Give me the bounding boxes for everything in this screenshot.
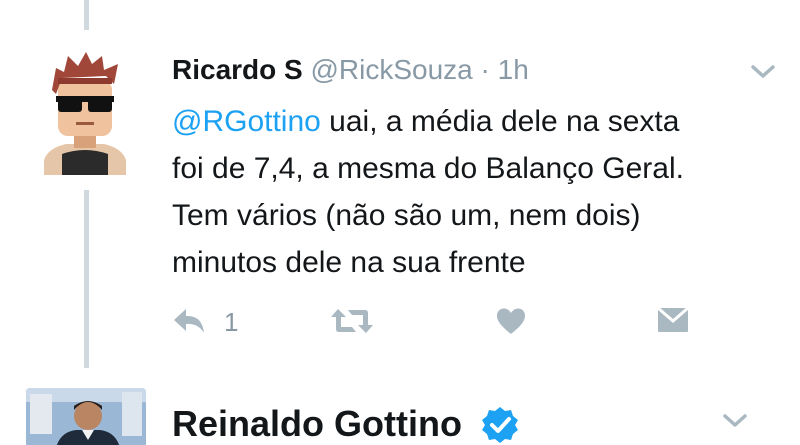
avatar[interactable] [26, 388, 146, 445]
reply-icon[interactable] [172, 307, 206, 335]
direct-message-icon[interactable] [656, 304, 690, 334]
tweet-text-line: minutos dele na sua frente [172, 246, 526, 279]
tweet-thread: Ricardo S @RickSouza · 1h @RGottino uai,… [0, 0, 800, 445]
tweet-text-line: @RGottino uai, a média dele na sexta [172, 98, 772, 145]
avatar[interactable] [38, 50, 132, 175]
chevron-down-icon[interactable] [750, 64, 776, 80]
author-name[interactable]: Reinaldo Gottino [172, 400, 462, 445]
reply-count: 1 [224, 307, 239, 337]
tweet-text-segment: uai, a média dele na sexta [320, 105, 680, 138]
thread-connector-line [84, 0, 89, 30]
like-icon[interactable] [496, 307, 526, 335]
author-handle[interactable]: @RickSouza [310, 54, 472, 85]
mention-link[interactable]: @RGottino [172, 105, 321, 138]
tweet-text: @RGottino uai, a média dele na sexta foi… [172, 98, 772, 286]
avatar-cartoon-sunglasses [44, 52, 126, 175]
tweet-text-line: foi de 7,4, a mesma do Balanço Geral. [172, 152, 684, 185]
separator-dot: · [480, 54, 490, 85]
author-name[interactable]: Ricardo S [172, 54, 303, 85]
tweet-header: Ricardo S @RickSouza · 1h [172, 50, 529, 90]
avatar-photo [26, 388, 146, 445]
thread-connector-line [84, 190, 89, 368]
tweet-timestamp[interactable]: 1h [498, 54, 529, 85]
retweet-icon[interactable] [330, 307, 374, 335]
verified-badge-icon [482, 407, 518, 443]
chevron-down-icon[interactable] [722, 413, 748, 429]
tweet-text-line: Tem vários (não são um, nem dois) [172, 199, 641, 232]
